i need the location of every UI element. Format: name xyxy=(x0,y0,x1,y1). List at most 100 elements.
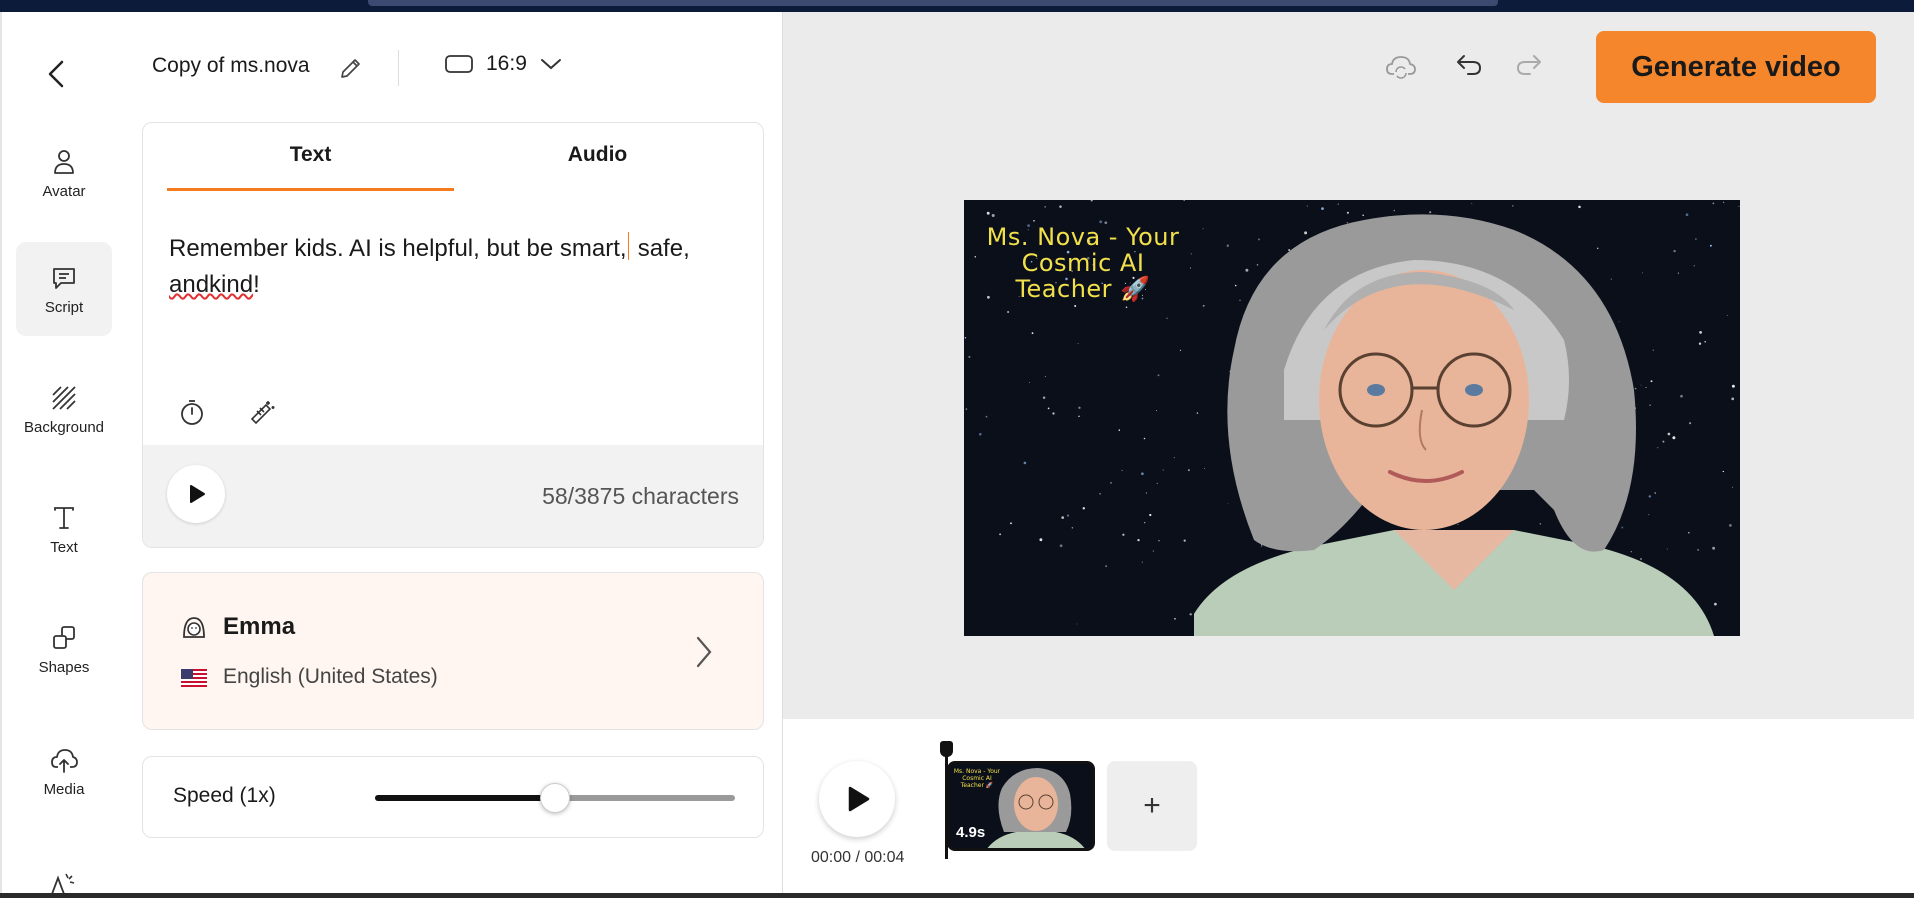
us-flag-icon xyxy=(181,669,207,687)
star xyxy=(1066,514,1070,517)
star xyxy=(1033,219,1035,222)
star xyxy=(965,408,968,410)
text-t-icon xyxy=(54,506,74,529)
video-preview[interactable]: Ms. Nova - Your Cosmic AI Teacher 🚀 xyxy=(964,200,1740,636)
aspect-ratio-value: 16:9 xyxy=(486,52,527,75)
star xyxy=(1149,513,1152,517)
star xyxy=(1023,461,1027,465)
misspelled-word[interactable]: andkind xyxy=(169,271,253,298)
nav-item-label: Script xyxy=(44,298,84,316)
star xyxy=(1078,415,1080,417)
aspect-ratio-selector[interactable]: 16:9 xyxy=(444,52,563,76)
chat-bubble-icon xyxy=(53,267,75,289)
star xyxy=(1166,317,1168,319)
star xyxy=(1071,527,1074,529)
star xyxy=(1728,523,1732,527)
nav-item-shapes[interactable]: Shapes xyxy=(16,602,112,696)
star xyxy=(1731,384,1735,388)
pencil-icon[interactable] xyxy=(338,55,364,81)
star xyxy=(1010,522,1012,525)
star xyxy=(978,432,982,436)
star xyxy=(985,415,988,418)
play-button[interactable] xyxy=(819,761,895,837)
script-text-part: safe, xyxy=(631,235,690,262)
star xyxy=(1155,410,1157,412)
star xyxy=(1031,332,1034,334)
generate-video-button[interactable]: Generate video xyxy=(1596,31,1876,103)
nav-item-background[interactable]: Background xyxy=(16,362,112,456)
timer-icon[interactable] xyxy=(177,397,207,427)
nav-item-avatar[interactable]: Avatar xyxy=(16,126,112,220)
star xyxy=(968,355,971,358)
star xyxy=(1099,493,1101,495)
rectangle-icon xyxy=(445,55,473,73)
nav-item-label: Shapes xyxy=(38,658,90,676)
star xyxy=(1044,206,1046,208)
voice-selector-card[interactable]: Emma English (United States) xyxy=(142,572,764,730)
magic-wand-icon[interactable] xyxy=(247,397,277,427)
star xyxy=(1173,457,1175,459)
star xyxy=(1122,533,1125,536)
person-icon xyxy=(54,149,74,174)
star xyxy=(1007,311,1010,313)
play-icon xyxy=(848,786,870,812)
tab-text[interactable]: Text xyxy=(167,143,454,191)
star xyxy=(1141,472,1144,476)
star xyxy=(1141,561,1143,563)
nav-item-label: Avatar xyxy=(42,182,86,200)
nav-item-label: Background xyxy=(23,418,105,436)
star xyxy=(1137,538,1140,542)
timeline: 00:00 / 00:04 Ms. Nova - Your Cosmic AI … xyxy=(782,719,1914,893)
star xyxy=(1722,470,1724,473)
nav-item-media[interactable]: Media xyxy=(16,724,112,818)
star xyxy=(986,211,990,215)
star xyxy=(1731,397,1735,401)
star xyxy=(1074,305,1077,307)
avatar-image[interactable] xyxy=(1194,210,1714,636)
star xyxy=(1723,201,1725,203)
title-overlay[interactable]: Ms. Nova - Your Cosmic AI Teacher 🚀 xyxy=(978,224,1188,302)
timeline-clip[interactable]: Ms. Nova - Your Cosmic AI Teacher 🚀 4.9s xyxy=(947,761,1095,851)
nav-item-script[interactable]: Script xyxy=(16,242,112,336)
bottom-strip xyxy=(0,893,1914,898)
header-divider xyxy=(398,50,399,86)
undo-icon[interactable] xyxy=(1452,50,1486,84)
browser-top-strip xyxy=(0,0,1914,12)
back-arrow-icon[interactable] xyxy=(42,54,72,94)
chevron-down-icon xyxy=(540,59,561,70)
script-footer: 58/3875 characters xyxy=(143,445,763,547)
star xyxy=(1145,492,1147,494)
star xyxy=(1076,623,1078,625)
timecode: 00:00 / 00:04 xyxy=(811,849,905,866)
female-face-icon xyxy=(183,617,205,638)
star xyxy=(1158,540,1160,542)
script-tabs: Text Audio xyxy=(167,143,741,191)
tab-audio[interactable]: Audio xyxy=(454,143,741,183)
nav-item-text[interactable]: Text xyxy=(16,482,112,576)
speed-slider[interactable] xyxy=(375,783,735,813)
star xyxy=(1726,314,1728,316)
speed-slider-thumb[interactable] xyxy=(540,783,570,813)
star xyxy=(1143,521,1146,524)
star xyxy=(1190,253,1192,255)
cloud-upload-icon xyxy=(51,748,78,773)
playhead[interactable] xyxy=(940,741,953,859)
star xyxy=(1052,412,1055,415)
star xyxy=(1156,482,1158,485)
voice-language: English (United States) xyxy=(223,665,438,688)
script-textarea[interactable]: Remember kids. AI is helpful, but be sma… xyxy=(169,231,729,303)
preview-audio-button[interactable] xyxy=(167,465,225,523)
star xyxy=(1152,550,1154,552)
project-title: Copy of ms.nova xyxy=(152,54,310,77)
shapes-icon xyxy=(53,625,75,649)
clip-duration: 4.9s xyxy=(956,824,986,841)
cloud-sync-icon[interactable] xyxy=(1384,50,1418,84)
star xyxy=(1337,203,1339,205)
star xyxy=(1732,486,1734,488)
chevron-right-icon xyxy=(696,636,712,668)
effects-icon[interactable] xyxy=(48,870,78,894)
clip-thumbnail xyxy=(987,768,1085,848)
left-sidebar: Avatar Script Background Text Shapes Med… xyxy=(0,12,124,894)
add-clip-button[interactable]: + xyxy=(1107,761,1197,851)
redo-icon[interactable] xyxy=(1512,50,1546,84)
